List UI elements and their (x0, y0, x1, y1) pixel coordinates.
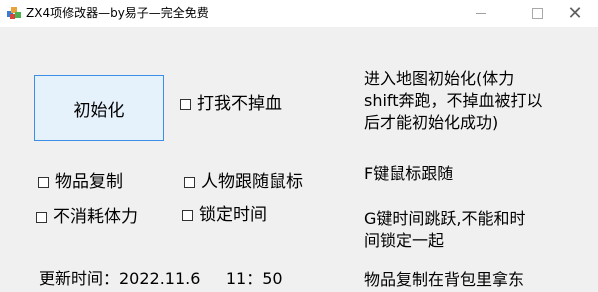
instruction-line: 进入地图初始化(体力 (364, 69, 515, 88)
item-duplicate-label: 物品复制 (55, 172, 123, 192)
no-blood-checkbox[interactable]: 打我不掉血 (180, 93, 282, 115)
infinite-stamina-label: 不消耗体力 (53, 207, 138, 227)
app-icon (7, 7, 21, 19)
minimize-icon (476, 13, 486, 14)
checkbox-box[interactable] (36, 211, 47, 223)
instruction-line: 后才能初始化成功) (364, 113, 499, 132)
checkbox-box[interactable] (182, 209, 193, 221)
instruction-init: 进入地图初始化(体力 shift奔跑，不掉血被打以 后才能初始化成功) (364, 68, 543, 134)
checkbox-box[interactable] (184, 176, 195, 188)
instruction-line: 物品复制在背包里拿东 (364, 270, 525, 289)
title-bar: ZX4项修改器—by易子—完全免费 ✕ (0, 0, 598, 27)
infinite-stamina-checkbox[interactable]: 不消耗体力 (36, 206, 138, 228)
init-button[interactable]: 初始化 (34, 75, 164, 141)
instruction-line: F键鼠标跟随 (364, 164, 454, 183)
no-blood-label: 打我不掉血 (197, 94, 282, 114)
instruction-line: G键时间跳跃,不能和时 (364, 209, 526, 228)
follow-mouse-checkbox[interactable]: 人物跟随鼠标 (184, 171, 303, 193)
checkbox-box[interactable] (38, 176, 49, 188)
lock-time-checkbox[interactable]: 锁定时间 (182, 204, 267, 226)
close-button[interactable]: ✕ (552, 0, 598, 27)
update-time-label: 更新时间：2022.11.6 11：50 (39, 269, 283, 288)
window-title: ZX4项修改器—by易子—完全免费 (26, 6, 209, 20)
instruction-item-duplicate: 物品复制在背包里拿东 (364, 269, 524, 291)
instruction-time-jump: G键时间跳跃,不能和时 间锁定一起 (364, 208, 526, 252)
follow-mouse-label: 人物跟随鼠标 (201, 172, 303, 192)
instruction-mouse-follow: F键鼠标跟随 (364, 163, 453, 185)
minimize-button[interactable] (458, 0, 504, 27)
lock-time-label: 锁定时间 (199, 205, 267, 225)
item-duplicate-checkbox[interactable]: 物品复制 (38, 171, 123, 193)
instruction-line: 间锁定一起 (364, 231, 445, 250)
close-icon: ✕ (567, 3, 583, 24)
checkbox-box[interactable] (180, 98, 191, 110)
instruction-line: shift奔跑，不掉血被打以 (364, 91, 543, 110)
maximize-icon (531, 8, 543, 19)
